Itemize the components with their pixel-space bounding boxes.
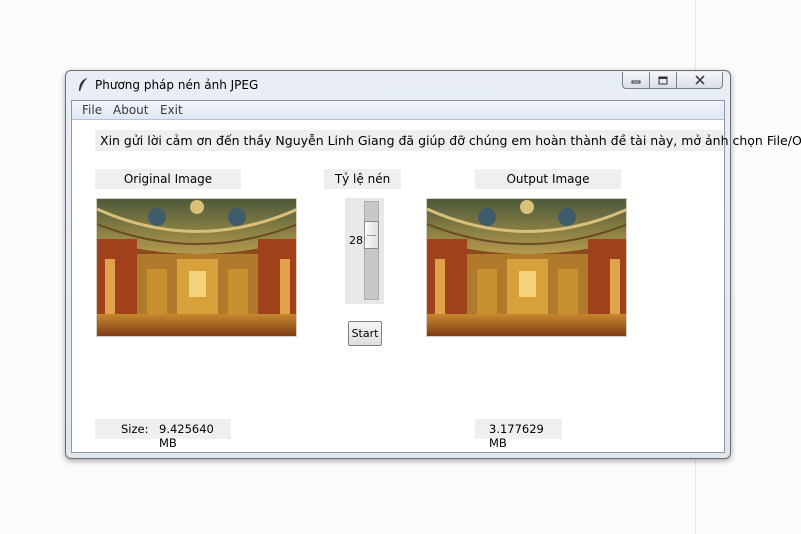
- greeting-label: Xin gửi lời cảm ơn đến thầy Nguyễn Linh …: [95, 130, 801, 151]
- output-image: [426, 198, 627, 337]
- minimize-icon: [631, 80, 641, 84]
- title-bar[interactable]: Phương pháp nén ảnh JPEG: [66, 71, 730, 99]
- close-button[interactable]: [677, 72, 723, 89]
- slider-value-label: 28: [349, 234, 363, 247]
- feather-icon: [79, 77, 88, 92]
- minimize-button[interactable]: [622, 72, 650, 89]
- maximize-button[interactable]: [650, 72, 677, 89]
- menu-exit[interactable]: Exit: [160, 103, 183, 117]
- window-client-area: File About Exit Xin gửi lời cảm ơn đến t…: [71, 100, 801, 453]
- compression-ratio-slider[interactable]: 28: [345, 198, 384, 304]
- app-window: Phương pháp nén ảnh JPEG File About Exit…: [65, 70, 801, 459]
- main-panel: Xin gửi lời cảm ơn đến thầy Nguyễn Linh …: [75, 121, 801, 450]
- output-size-box: 3.177629 MB: [475, 419, 562, 450]
- menu-about[interactable]: About: [113, 103, 148, 117]
- menu-bar: File About Exit: [72, 101, 724, 120]
- output-image-label: Output Image: [475, 169, 621, 189]
- original-size-value: 9.425640 MB: [159, 422, 214, 450]
- slider-trough[interactable]: [364, 201, 379, 300]
- size-label: Size:: [121, 422, 149, 436]
- window-controls: [622, 72, 723, 90]
- maximize-icon: [658, 76, 668, 84]
- compression-ratio-label: Tỷ lệ nén: [324, 169, 401, 189]
- window-title: Phương pháp nén ảnh JPEG: [95, 78, 259, 92]
- original-image: [96, 198, 297, 337]
- close-icon: [694, 75, 705, 85]
- original-size-box: Size: 9.425640 MB: [95, 419, 231, 450]
- output-size-value: 3.177629 MB: [489, 422, 544, 450]
- original-image-label: Original Image: [95, 169, 241, 189]
- menu-file[interactable]: File: [82, 103, 102, 117]
- start-button[interactable]: Start: [348, 321, 382, 346]
- slider-handle[interactable]: [364, 220, 379, 249]
